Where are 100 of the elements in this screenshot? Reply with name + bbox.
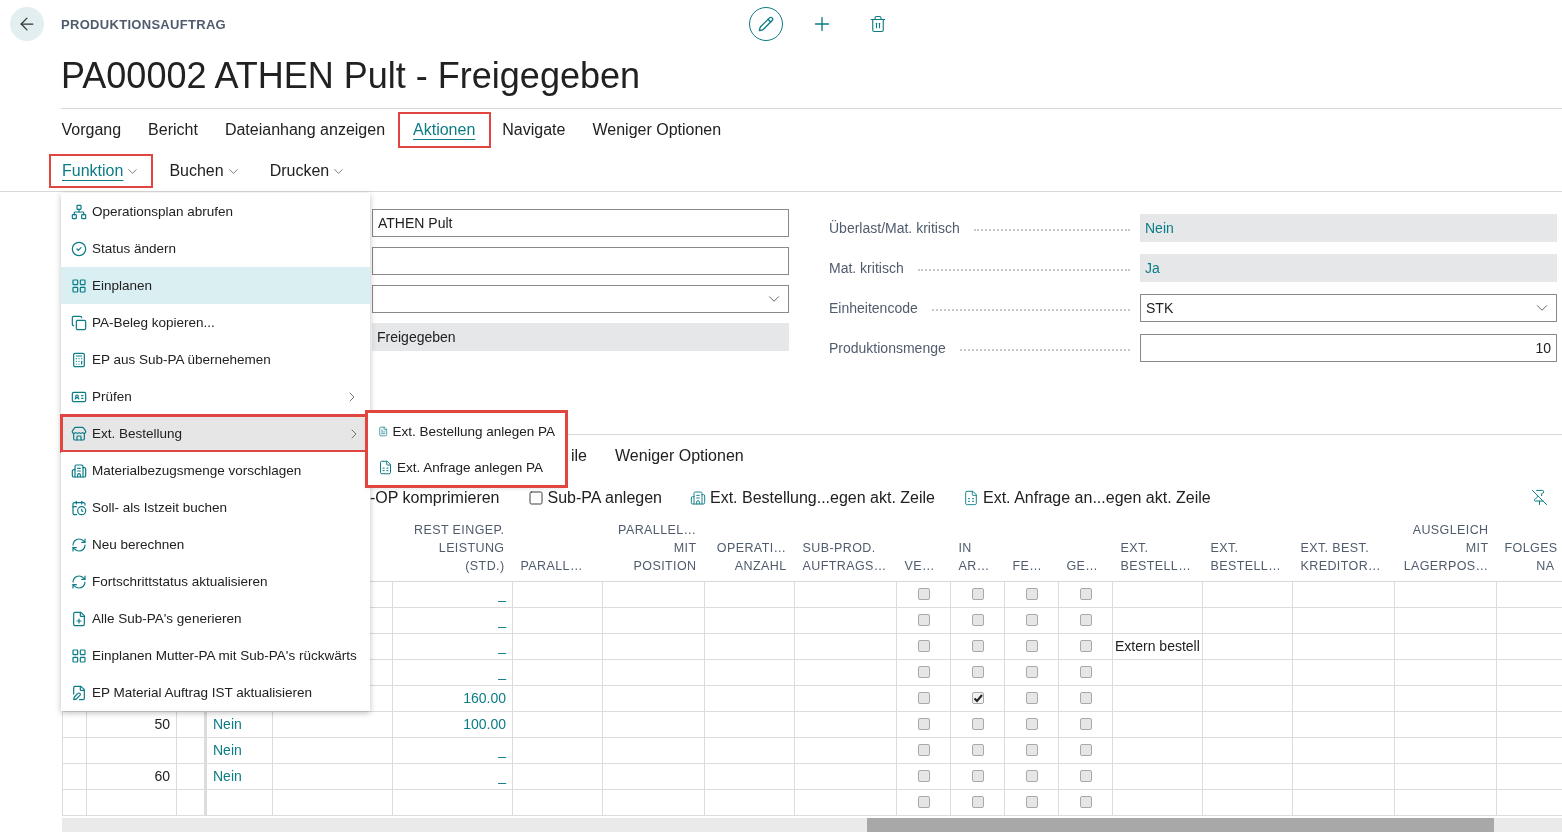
checkbox[interactable] [1079, 692, 1092, 704]
action-tab[interactable]: Navigate [488, 114, 579, 146]
checkbox[interactable] [971, 718, 984, 730]
checkbox[interactable] [1025, 796, 1038, 808]
scrollbar[interactable] [62, 817, 1562, 832]
table-cell-text: _ [497, 742, 508, 758]
action-tab[interactable]: Aktionen [399, 114, 489, 146]
checkbox[interactable] [1079, 796, 1092, 808]
checkbox[interactable] [1025, 666, 1038, 678]
checkbox[interactable] [971, 666, 984, 678]
input-field[interactable]: Nein [1140, 214, 1557, 242]
scrollbar-thumb[interactable] [867, 817, 1494, 832]
menu-item[interactable]: Einplanen [61, 267, 370, 304]
table-cell-text: _ [497, 612, 508, 628]
input-field[interactable]: Ja [1140, 254, 1557, 282]
building-icon [71, 462, 87, 479]
menu-item[interactable]: Einplanen Mutter-PA mit Sub-PA's rückwärts [61, 637, 370, 674]
checkbox[interactable] [1025, 770, 1038, 782]
menu-item[interactable]: Alle Sub-PA's generieren [61, 600, 370, 637]
checkbox[interactable] [917, 640, 930, 652]
action-group-tab[interactable]: Funktion [51, 156, 152, 186]
action-tab[interactable]: Bericht [134, 114, 212, 146]
grid-icon [71, 647, 87, 664]
table-cell-text: 60 [153, 768, 171, 784]
toolbar-tab[interactable]: Weniger Optionen [615, 447, 744, 465]
checkbox[interactable] [1025, 744, 1038, 756]
checkbox[interactable] [1025, 640, 1038, 652]
column-header: VE… [904, 558, 935, 573]
toolbar-action[interactable]: -OP komprimieren [370, 488, 500, 507]
toolbar-action[interactable]: Sub-PA anlegen [527, 488, 662, 507]
column-header: EXT. BEST. KREDITOR… [1300, 540, 1381, 573]
action-group-tab[interactable]: Drucken [258, 156, 358, 186]
column-header: EXT. BESTELL… [1120, 540, 1192, 573]
checkbox[interactable] [1079, 588, 1092, 600]
checkbox[interactable] [1025, 588, 1038, 600]
checkbox[interactable] [917, 796, 930, 808]
column-header: OPERATI… ANZAHL [716, 540, 787, 573]
spreadsheet-icon [963, 489, 979, 506]
action-tab[interactable]: Weniger Optionen [578, 114, 735, 146]
menu-item[interactable]: Status ändern [61, 230, 370, 267]
checkbox[interactable] [917, 718, 930, 730]
checkbox[interactable] [1079, 744, 1092, 756]
checkbox[interactable] [917, 770, 930, 782]
checkbox[interactable] [971, 796, 984, 808]
checkbox[interactable] [917, 692, 930, 704]
checkbox[interactable] [1025, 718, 1038, 730]
checkbox[interactable] [1079, 666, 1092, 678]
calendar-clock-icon [71, 499, 87, 516]
spreadsheet-icon [378, 459, 393, 475]
menu-item[interactable]: Neu berechnen [61, 526, 370, 563]
select-field[interactable]: STK [1140, 294, 1557, 322]
column-header: IN AR… [958, 540, 990, 573]
table-cell-text: _ [497, 664, 508, 680]
input-field[interactable]: 10 [1140, 334, 1557, 362]
menu-item[interactable]: Prüfen [61, 378, 370, 415]
checkbox[interactable] [917, 588, 930, 600]
menu-item[interactable]: Ext. Anfrage anlegen PA [368, 449, 565, 485]
input-field[interactable]: Freigegeben [372, 323, 789, 351]
column-header: SUB-PROD. AUFTRAGS… [802, 540, 887, 573]
menu-item[interactable]: EP Material Auftrag IST aktualisieren [61, 674, 370, 711]
check-circle-icon [71, 240, 87, 257]
select-field[interactable] [372, 285, 789, 313]
checkbox[interactable] [971, 640, 984, 652]
checkbox[interactable] [1025, 692, 1038, 704]
checkbox[interactable] [917, 744, 930, 756]
checkbox[interactable] [1079, 770, 1092, 782]
grid-icon [71, 277, 87, 294]
field-label: Einheitencode [829, 300, 918, 316]
action-tab[interactable]: Vorgang [48, 114, 135, 146]
checkbox[interactable] [1079, 718, 1092, 730]
checkbox[interactable] [1025, 614, 1038, 626]
table-cell-text: 100.00 [462, 716, 507, 732]
table-cell-text: Nein [212, 742, 243, 758]
toolbar-action[interactable]: Ext. Anfrage an...egen akt. Zeile [963, 488, 1211, 507]
checkbox[interactable] [971, 588, 984, 600]
unpin-button[interactable] [1531, 489, 1548, 506]
menu-item[interactable]: Fortschrittstatus aktualisieren [61, 563, 370, 600]
menu-item[interactable]: EP aus Sub-PA übernehemen [61, 341, 370, 378]
page-title: PA00002 ATHEN Pult - Freigegeben [61, 54, 641, 98]
action-group-tab[interactable]: Buchen [158, 156, 252, 186]
checkbox[interactable] [917, 614, 930, 626]
toolbar-action[interactable]: Ext. Bestellung...egen akt. Zeile [690, 488, 935, 507]
input-field[interactable] [372, 247, 789, 275]
column-header: EXT. BESTELL… [1210, 540, 1282, 573]
checkbox[interactable] [971, 744, 984, 756]
menu-item[interactable]: Materialbezugsmenge vorschlagen [61, 452, 370, 489]
checkbox[interactable] [917, 666, 930, 678]
input-field[interactable]: ATHEN Pult [372, 209, 789, 237]
menu-item[interactable]: PA-Beleg kopieren... [61, 304, 370, 341]
back-button[interactable] [10, 7, 44, 41]
checkbox[interactable] [1079, 614, 1092, 626]
menu-item[interactable]: Soll- als Istzeit buchen [61, 489, 370, 526]
checkbox[interactable] [1079, 640, 1092, 652]
action-tab[interactable]: Dateianhang anzeigen [211, 114, 399, 146]
toolbar-tab[interactable]: ile [571, 447, 587, 465]
building-icon [690, 489, 706, 506]
checkbox[interactable] [971, 770, 984, 782]
menu-item[interactable]: Operationsplan abrufen [61, 193, 370, 230]
checkbox[interactable] [971, 692, 984, 704]
checkbox[interactable] [971, 614, 984, 626]
